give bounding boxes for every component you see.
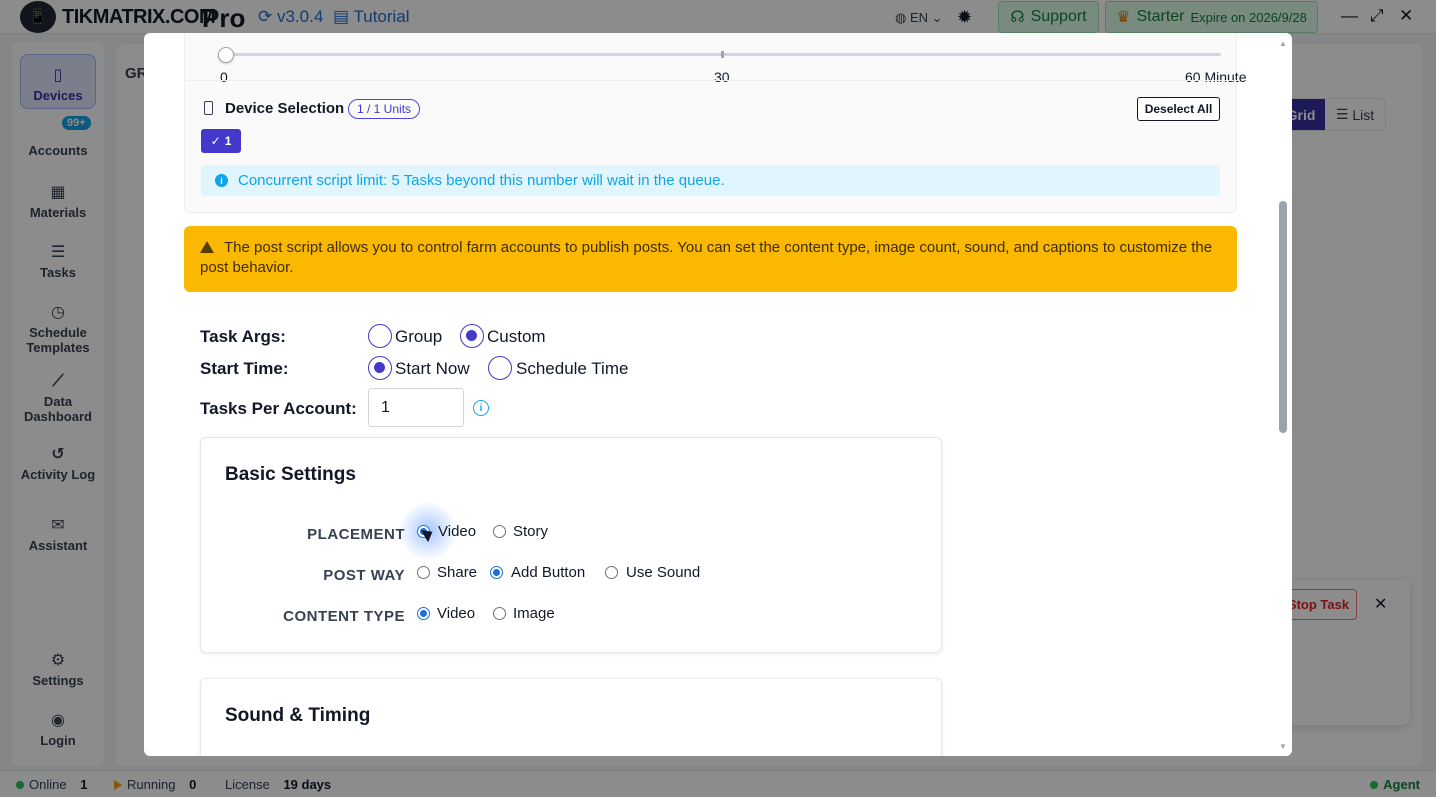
placement-story-label[interactable]: Story [513,523,548,540]
scroll-up-icon[interactable]: ▲ [1279,39,1287,48]
device-chip-label: 1 [224,134,232,148]
post-warning: The post script allows you to control fa… [184,226,1237,292]
schedule-time-label[interactable]: Schedule Time [516,359,628,379]
start-time-label: Start Time: [200,359,289,378]
slider-mark [721,51,724,58]
task-args-group-radio[interactable] [368,324,392,348]
schedule-time-radio[interactable] [488,356,512,380]
concurrency-info: i Concurrent script limit: 5 Tasks beyon… [201,165,1220,196]
deselect-all-button[interactable]: Deselect All [1137,97,1220,121]
slider-mid-label: 30 [714,69,730,85]
basic-settings-title: Basic Settings [225,464,356,485]
task-args-custom-label[interactable]: Custom [487,327,546,347]
units-badge: 1 / 1 Units [348,99,421,119]
content-type-image-label[interactable]: Image [513,605,555,622]
warning-text: The post script allows you to control fa… [200,239,1213,276]
device-selection-title: Device Selection [225,100,345,117]
start-now-radio[interactable] [368,356,392,380]
post-way-use-sound-label[interactable]: Use Sound [626,564,700,581]
post-way-add-button-label[interactable]: Add Button [511,564,585,581]
start-now-label[interactable]: Start Now [395,359,470,379]
post-task-modal: 0 30 60 Minute Device Selection 1 / 1 Un… [144,33,1292,756]
check-icon: ✓ [210,134,221,148]
concurrency-text: Concurrent script limit: 5 Tasks beyond … [238,172,725,189]
sound-timing-title: Sound & Timing [225,705,371,726]
device-chip[interactable]: ✓ 1 [201,129,241,153]
phone-icon [204,101,213,115]
task-args-custom-radio[interactable] [460,324,484,348]
info-icon: i [215,174,228,187]
content-type-label: CONTENT TYPE [283,608,405,625]
slider-max-label: 60 Minute [1185,69,1247,85]
scroll-down-icon[interactable]: ▼ [1279,742,1287,751]
post-way-share-label[interactable]: Share [437,564,477,581]
placement-label: PLACEMENT [307,526,405,543]
content-type-video-label[interactable]: Video [437,605,475,622]
content-type-video-radio[interactable] [417,607,430,620]
modal-scrollbar[interactable]: ▲ ▼ [1279,39,1288,751]
scroll-thumb[interactable] [1279,201,1287,433]
placement-story-radio[interactable] [493,525,506,538]
divider [185,80,1237,81]
placement-video-label[interactable]: Video [438,523,476,540]
content-type-image-radio[interactable] [493,607,506,620]
post-way-add-button-radio[interactable] [490,566,503,579]
info-icon[interactable]: i [473,400,489,416]
post-way-label: POST WAY [323,567,405,584]
tasks-per-account-input[interactable] [368,388,464,427]
slider-min-label: 0 [220,69,228,85]
tasks-per-account-label: Tasks Per Account: [200,399,357,418]
post-way-share-radio[interactable] [417,566,430,579]
post-way-use-sound-radio[interactable] [605,566,618,579]
slider-handle[interactable] [218,47,234,63]
sound-timing-card: Sound & Timing [200,678,942,756]
task-args-group-label[interactable]: Group [395,327,442,347]
task-args-label: Task Args: [200,327,286,346]
warning-icon [200,241,214,253]
